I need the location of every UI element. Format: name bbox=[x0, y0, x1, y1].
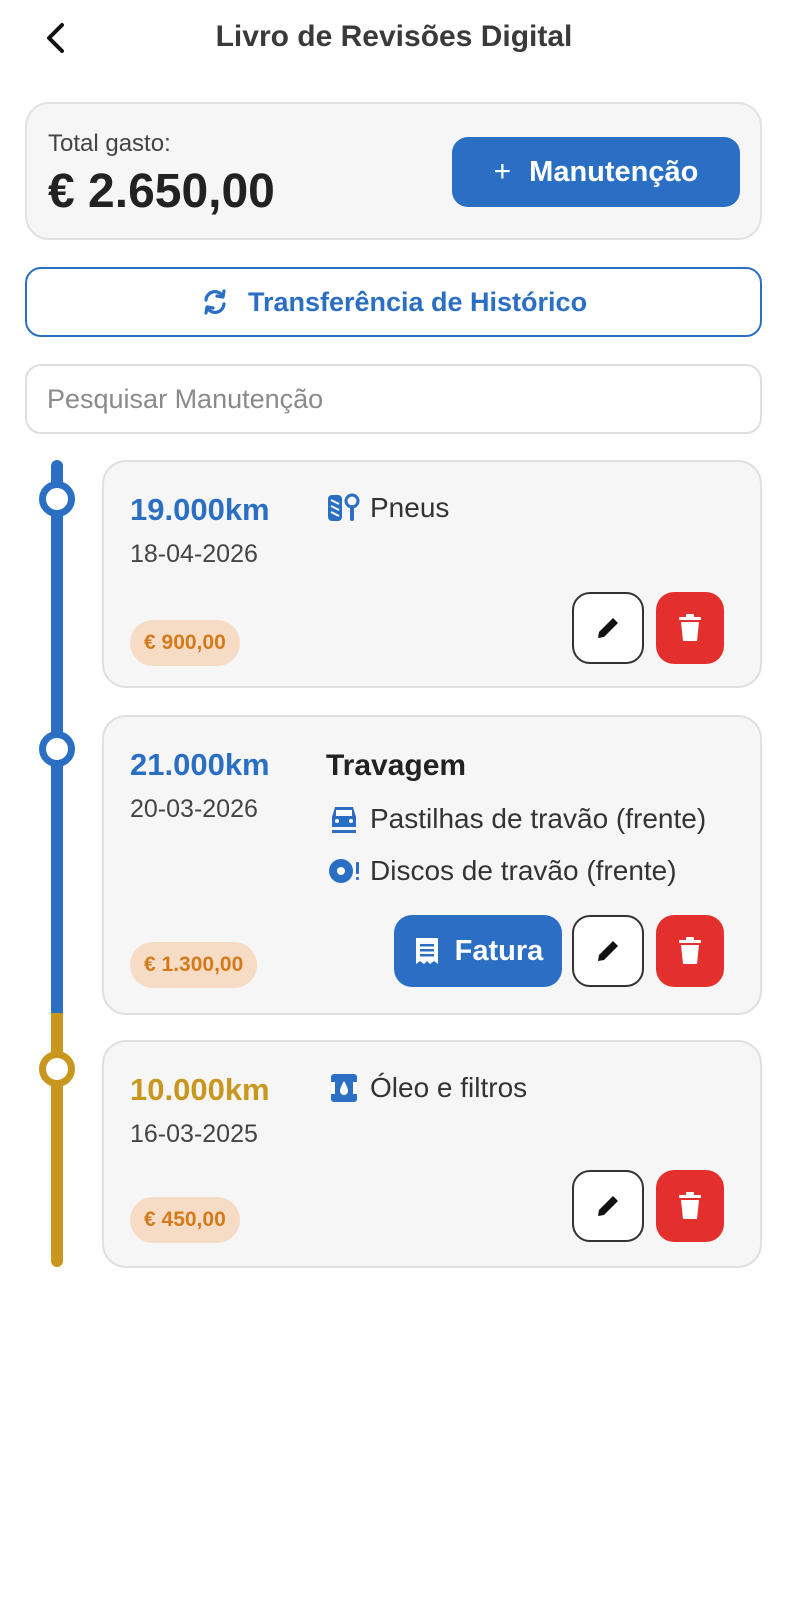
maintenance-date: 20-03-2026 bbox=[130, 795, 258, 823]
maintenance-card: 10.000km 16-03-2025 Óleo e filtros € 450… bbox=[102, 1040, 762, 1268]
total-label: Total gasto: bbox=[48, 130, 171, 157]
header: Livro de Revisões Digital bbox=[0, 0, 788, 80]
service-item-label: Discos de travão (frente) bbox=[370, 855, 677, 886]
service-item-label: Óleo e filtros bbox=[370, 1072, 528, 1103]
service-item: Pneus bbox=[326, 490, 449, 526]
service-group-title: Travagem bbox=[326, 749, 467, 782]
tire-wrench-icon bbox=[326, 490, 362, 526]
search-input[interactable] bbox=[25, 364, 762, 434]
receipt-icon bbox=[415, 938, 438, 964]
add-maintenance-label: Manutenção bbox=[529, 155, 699, 188]
maintenance-date: 16-03-2025 bbox=[130, 1120, 258, 1148]
trash-icon bbox=[679, 614, 701, 641]
total-value: € 2.650,00 bbox=[48, 165, 275, 218]
invoice-label: Fatura bbox=[454, 934, 544, 967]
service-item: Discos de travão (frente) bbox=[326, 853, 677, 889]
mileage: 19.000km bbox=[130, 492, 270, 527]
history-transfer-button[interactable]: Transferência de Histórico bbox=[25, 267, 762, 337]
history-transfer-label: Transferência de Histórico bbox=[247, 286, 588, 317]
service-item-label: Pneus bbox=[370, 492, 450, 523]
price-badge: € 900,00 bbox=[130, 620, 240, 666]
total-summary-card: Total gasto: € 2.650,00 + Manutenção bbox=[25, 102, 762, 240]
mileage: 21.000km bbox=[130, 747, 270, 782]
pencil-icon bbox=[598, 941, 618, 961]
car-brake-pads-icon bbox=[326, 801, 362, 837]
mileage: 10.000km bbox=[130, 1072, 270, 1107]
delete-button[interactable] bbox=[656, 592, 724, 664]
service-item-label: Pastilhas de travão (frente) bbox=[370, 803, 707, 834]
delete-button[interactable] bbox=[656, 915, 724, 987]
sync-icon bbox=[204, 289, 226, 315]
trash-icon bbox=[679, 1192, 701, 1219]
oil-filter-icon bbox=[326, 1070, 362, 1106]
delete-button[interactable] bbox=[656, 1170, 724, 1242]
page-title: Livro de Revisões Digital bbox=[215, 20, 573, 53]
maintenance-card: 19.000km 18-04-2026 Pneus € 900,00 bbox=[102, 460, 762, 688]
maintenance-card: 21.000km 20-03-2026 Travagem Pastilhas d… bbox=[102, 715, 762, 1015]
price-badge: € 1.300,00 bbox=[130, 942, 258, 988]
timeline-dot bbox=[39, 1051, 75, 1087]
edit-button[interactable] bbox=[572, 915, 644, 987]
maintenance-date: 18-04-2026 bbox=[130, 540, 258, 568]
service-item: Óleo e filtros bbox=[326, 1070, 527, 1106]
trash-icon bbox=[679, 937, 701, 964]
edit-button[interactable] bbox=[572, 1170, 644, 1242]
pencil-icon bbox=[598, 1196, 618, 1216]
service-item: Pastilhas de travão (frente) bbox=[326, 801, 706, 837]
edit-button[interactable] bbox=[572, 592, 644, 664]
timeline-dot bbox=[39, 731, 75, 767]
brake-disc-icon bbox=[326, 853, 362, 889]
price-badge: € 450,00 bbox=[130, 1197, 240, 1243]
invoice-button[interactable]: Fatura bbox=[394, 915, 562, 987]
add-maintenance-button[interactable]: + Manutenção bbox=[452, 137, 740, 207]
timeline-dot bbox=[39, 481, 75, 517]
plus-icon: + bbox=[493, 155, 512, 188]
pencil-icon bbox=[598, 618, 618, 638]
